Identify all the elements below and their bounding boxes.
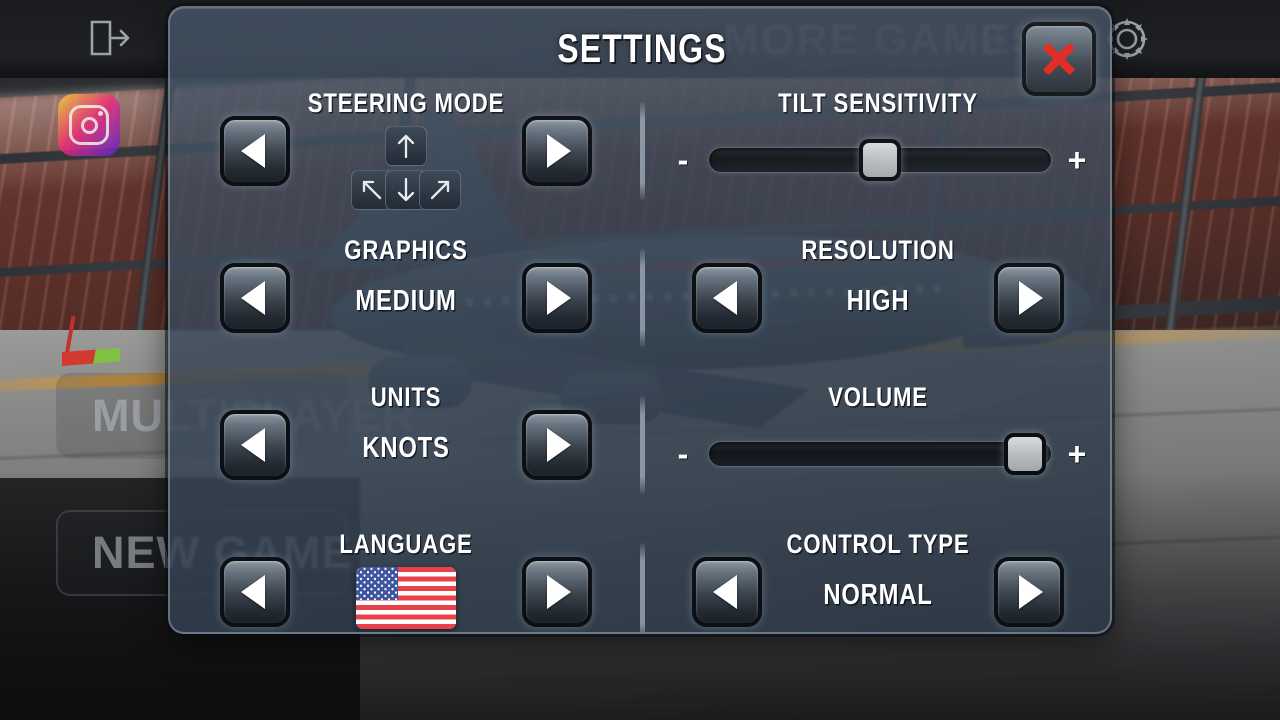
chevron-left-icon [241,575,265,609]
setting-label: CONTROL TYPE [786,529,970,559]
arrow-up-icon [385,126,427,166]
instagram-lens [80,116,98,134]
volume-slider-row: - + [642,424,1110,484]
chevron-right-icon [547,428,571,462]
chevron-left-icon [241,134,265,168]
chevron-right-icon [547,281,571,315]
instagram-icon[interactable] [58,94,120,156]
steering-mode-next-button[interactable] [522,116,592,186]
settings-dialog: SETTINGS STEERING MODE TILT SENSITIVITY … [168,6,1112,634]
setting-control-type: CONTROL TYPE NORMAL [642,519,1110,632]
setting-units: UNITS KNOTS [170,372,642,519]
tilt-increase-button[interactable]: + [1066,144,1088,176]
united-states-flag-icon [356,567,456,629]
page-title: SETTINGS [557,27,727,71]
setting-label: TILT SENSITIVITY [778,88,978,118]
language-prev-button[interactable] [220,557,290,627]
close-x-icon [1042,42,1076,76]
settings-row: UNITS KNOTS VOLUME - + [170,372,1110,519]
chevron-left-icon [241,428,265,462]
flag-pole [64,315,76,357]
instagram-frame [69,105,109,145]
volume-decrease-button[interactable]: - [672,438,694,470]
setting-resolution: RESOLUTION HIGH [642,225,1110,372]
language-next-button[interactable] [522,557,592,627]
steering-mode-prev-button[interactable] [220,116,290,186]
volume-slider[interactable] [708,433,1052,475]
units-next-button[interactable] [522,410,592,480]
units-prev-button[interactable] [220,410,290,480]
chevron-right-icon [1019,281,1043,315]
resolution-next-button[interactable] [994,263,1064,333]
slider-handle[interactable] [1004,433,1046,475]
control-type-next-button[interactable] [994,557,1064,627]
slider-handle[interactable] [859,139,901,181]
flag-canton [356,567,398,601]
tilt-decrease-button[interactable]: - [672,144,694,176]
steering-mode-keypad-icon [351,126,461,210]
settings-grid: STEERING MODE TILT SENSITIVITY - + GRAPH… [170,78,1110,632]
setting-label: UNITS [370,382,442,412]
volume-increase-button[interactable]: + [1066,438,1088,470]
chevron-right-icon [547,575,571,609]
flag-cloth [62,348,120,366]
chevron-right-icon [547,134,571,168]
arrow-up-right-icon [419,170,461,210]
instagram-dot [98,111,103,116]
slider-track [708,441,1052,467]
ground-marker-flag [60,315,130,366]
chevron-right-icon [1019,575,1043,609]
setting-label: VOLUME [828,382,928,412]
settings-row: LANGUAGE CONTROL TYPE NORMAL [170,519,1110,632]
tilt-sensitivity-slider[interactable] [708,139,1052,181]
control-type-prev-button[interactable] [692,557,762,627]
setting-language: LANGUAGE [170,519,642,632]
setting-label: LANGUAGE [339,529,473,559]
setting-tilt-sensitivity: TILT SENSITIVITY - + [642,78,1110,225]
resolution-prev-button[interactable] [692,263,762,333]
setting-label: RESOLUTION [801,235,955,265]
flag-stars [356,567,398,601]
setting-label: GRAPHICS [344,235,468,265]
setting-label: STEERING MODE [307,88,505,118]
settings-row: STEERING MODE TILT SENSITIVITY - + [170,78,1110,225]
setting-graphics: GRAPHICS MEDIUM [170,225,642,372]
settings-row: GRAPHICS MEDIUM RESOLUTION HIGH [170,225,1110,372]
setting-steering-mode: STEERING MODE [170,78,642,225]
exit-icon[interactable] [80,12,140,64]
chevron-left-icon [713,281,737,315]
setting-volume: VOLUME - + [642,372,1110,519]
tilt-sensitivity-slider-row: - + [642,130,1110,190]
graphics-prev-button[interactable] [220,263,290,333]
chevron-left-icon [241,281,265,315]
chevron-left-icon [713,575,737,609]
graphics-next-button[interactable] [522,263,592,333]
